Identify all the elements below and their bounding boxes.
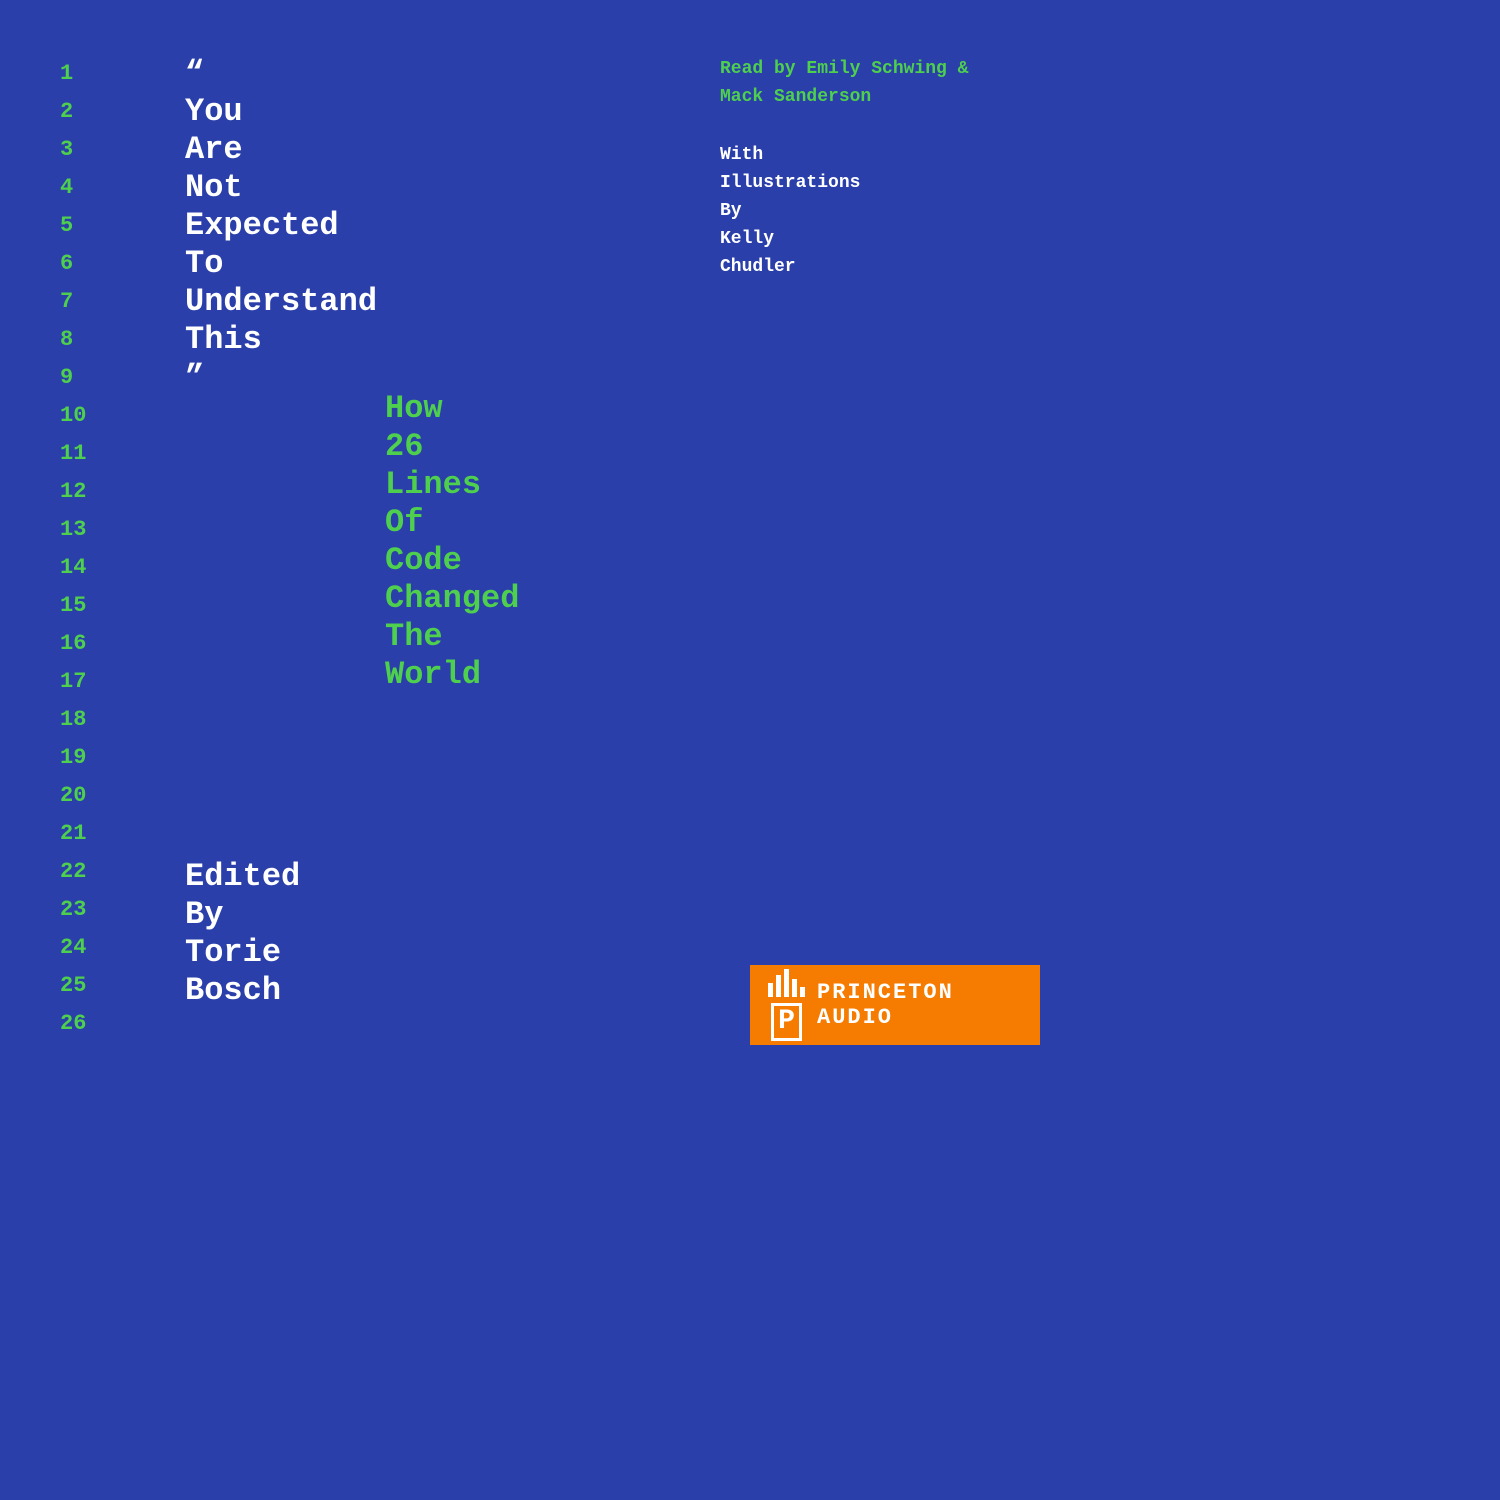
subtitle-of: Of [385, 504, 519, 542]
line-num-16: 16 [60, 625, 86, 663]
line-num-18: 18 [60, 701, 86, 739]
line-num-23: 23 [60, 891, 86, 929]
subtitle-code: Code [385, 542, 519, 580]
illustrations-block: With Illustrations By Kelly Chudler [720, 141, 1040, 281]
read-by-name: Mack Sanderson [720, 87, 871, 107]
edited-word-bosch: Bosch [185, 972, 300, 1010]
princeton-name: PRINCETON [817, 980, 954, 1005]
line-num-11: 11 [60, 435, 86, 473]
line-num-9: 9 [60, 359, 86, 397]
line-num-25: 25 [60, 967, 86, 1005]
pa-p-letter: P [771, 1003, 802, 1041]
illustrations-kelly: Kelly [720, 229, 774, 249]
edited-word-by: By [185, 896, 300, 934]
quote-word-expected: Expected [185, 207, 377, 245]
read-by-line1: Read by Emily Schwing & [720, 59, 968, 79]
quote-block: “ You Are Not Expected To Understand Thi… [185, 55, 377, 397]
pa-bar-5 [800, 987, 805, 997]
pa-bar-3 [784, 969, 789, 997]
pa-bar-4 [792, 979, 797, 997]
right-info-block: Read by Emily Schwing & Mack Sanderson W… [720, 55, 1040, 281]
line-num-10: 10 [60, 397, 86, 435]
line-num-8: 8 [60, 321, 86, 359]
close-quote-mark: ” [185, 359, 377, 397]
edited-block: Edited By Torie Bosch [185, 858, 300, 1010]
subtitle-the: The [385, 618, 519, 656]
princeton-icon: P [768, 969, 805, 1041]
line-num-4: 4 [60, 169, 86, 207]
line-num-12: 12 [60, 473, 86, 511]
line-num-7: 7 [60, 283, 86, 321]
subtitle-how: How [385, 390, 519, 428]
edited-word-edited: Edited [185, 858, 300, 896]
subtitle-changed: Changed [385, 580, 519, 618]
line-num-21: 21 [60, 815, 86, 853]
subtitle-block: How 26 Lines Of Code Changed The World [385, 390, 519, 694]
princeton-audio: AUDIO [817, 1005, 954, 1030]
quote-word-not: Not [185, 169, 377, 207]
subtitle-lines: Lines [385, 466, 519, 504]
quote-words: You Are Not Expected To Understand This [185, 93, 377, 359]
line-num-19: 19 [60, 739, 86, 777]
line-num-26: 26 [60, 1005, 86, 1043]
line-num-20: 20 [60, 777, 86, 815]
illustrations-by: By [720, 201, 742, 221]
line-num-24: 24 [60, 929, 86, 967]
edited-word-torie: Torie [185, 934, 300, 972]
line-num-22: 22 [60, 853, 86, 891]
quote-word-you: You [185, 93, 377, 131]
line-num-13: 13 [60, 511, 86, 549]
read-by-text: Read by Emily Schwing & Mack Sanderson [720, 55, 1040, 111]
pa-bar-1 [768, 983, 773, 997]
open-quote-mark: “ [185, 55, 377, 93]
quote-word-to: To [185, 245, 377, 283]
princeton-audio-logo: P PRINCETON AUDIO [750, 965, 1040, 1045]
subtitle-world: World [385, 656, 519, 694]
illustrations-with: With [720, 145, 763, 165]
line-num-14: 14 [60, 549, 86, 587]
line-numbers: 1 2 3 4 5 6 7 8 9 10 11 12 13 14 15 16 1… [60, 55, 86, 1043]
quote-word-understand: Understand [185, 283, 377, 321]
line-num-2: 2 [60, 93, 86, 131]
illustrations-chudler: Chudler [720, 257, 796, 277]
line-num-3: 3 [60, 131, 86, 169]
princeton-text-block: PRINCETON AUDIO [817, 980, 954, 1030]
line-num-5: 5 [60, 207, 86, 245]
pa-bar-2 [776, 975, 781, 997]
quote-word-are: Are [185, 131, 377, 169]
pa-bars-icon [768, 969, 805, 997]
illustrations-label: Illustrations [720, 173, 860, 193]
subtitle-26: 26 [385, 428, 519, 466]
line-num-17: 17 [60, 663, 86, 701]
quote-word-this: This [185, 321, 377, 359]
line-num-15: 15 [60, 587, 86, 625]
line-num-6: 6 [60, 245, 86, 283]
line-num-1: 1 [60, 55, 86, 93]
